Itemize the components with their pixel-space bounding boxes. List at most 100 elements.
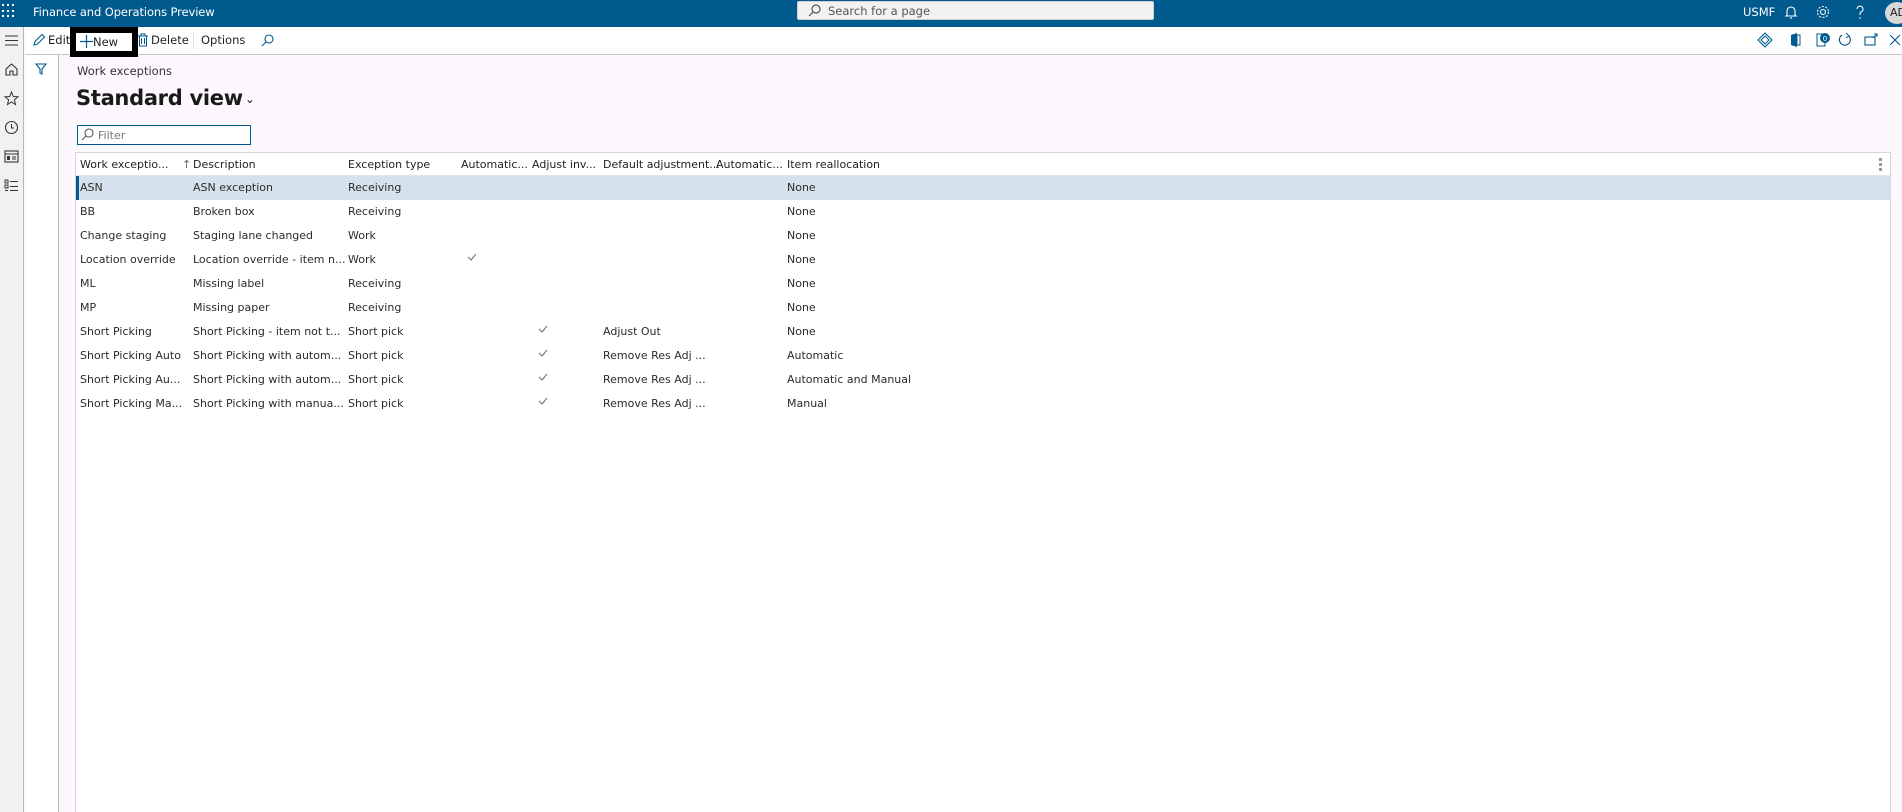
breadcrumb: Work exceptions [77, 64, 172, 78]
favorites-star-icon[interactable] [3, 90, 20, 107]
power-apps-icon[interactable] [1757, 32, 1773, 48]
table-row[interactable]: Short Picking Ma... Short Picking with ma… [76, 392, 1890, 416]
cell-item-reallocation: None [787, 301, 816, 314]
table-row[interactable]: BB Broken box Receiving None [76, 200, 1890, 224]
cell-item-reallocation: Automatic and Manual [787, 373, 912, 386]
cell-work-exception: BB [80, 205, 96, 218]
cell-item-reallocation: None [787, 253, 816, 266]
office-icon[interactable] [1787, 32, 1803, 48]
column-header-default-adjustment[interactable]: Default adjustment... [603, 158, 720, 171]
cell-work-exception: Location override [80, 253, 176, 266]
attachments-icon[interactable]: 0 [1815, 32, 1831, 48]
cell-work-exception: Short Picking Auto [80, 349, 181, 362]
home-icon[interactable] [3, 61, 20, 78]
app-title: Finance and Operations Preview [33, 5, 215, 19]
open-new-window-icon[interactable] [1863, 32, 1879, 48]
company-selector[interactable]: USMF [1743, 5, 1775, 19]
grid-options-icon[interactable] [1879, 158, 1882, 173]
grid-header: Work exceptio... ↑ Description Exception… [76, 153, 1890, 176]
cell-description: Short Picking with manua... [193, 397, 344, 410]
table-row[interactable]: Short Picking Short Picking - item not t.… [76, 320, 1890, 344]
action-pane: Edit New Delete Options 0 [25, 27, 1902, 57]
new-label: New [93, 35, 119, 49]
user-avatar[interactable]: AD [1885, 2, 1902, 24]
cell-exception-type: Short pick [348, 325, 404, 338]
delete-label: Delete [151, 33, 189, 47]
workspaces-icon[interactable] [3, 148, 20, 165]
column-header-item-reallocation[interactable]: Item reallocation [787, 158, 880, 171]
options-tab[interactable]: Options [201, 27, 245, 54]
cell-default-adjustment: Remove Res Adj ... [603, 397, 706, 410]
column-header-description[interactable]: Description [193, 158, 256, 171]
pencil-icon [33, 33, 46, 46]
cell-item-reallocation: None [787, 229, 816, 242]
search-placeholder: Search for a page [828, 4, 931, 18]
search-icon [808, 4, 821, 17]
cell-exception-type: Short pick [348, 397, 404, 410]
view-selector[interactable]: Standard view ⌄ [76, 86, 255, 110]
cell-description: Broken box [193, 205, 255, 218]
cell-item-reallocation: None [787, 181, 816, 194]
table-row[interactable]: ML Missing label Receiving None [76, 272, 1890, 296]
cell-exception-type: Short pick [348, 373, 404, 386]
table-row[interactable]: Short Picking Au... Short Picking with au… [76, 368, 1890, 392]
recent-clock-icon[interactable] [3, 119, 20, 136]
top-bar: Finance and Operations Preview Search fo… [0, 0, 1902, 27]
column-header-adjust-inventory[interactable]: Adjust inv... [532, 158, 596, 171]
hamburger-menu-icon[interactable] [3, 32, 20, 49]
cell-exception-type: Short pick [348, 349, 404, 362]
close-icon[interactable] [1887, 32, 1902, 48]
table-row[interactable]: MP Missing paper Receiving None [76, 296, 1890, 320]
cell-default-adjustment: Remove Res Adj ... [603, 373, 706, 386]
column-header-automatic-2[interactable]: Automatic... [716, 158, 783, 171]
notifications-icon[interactable] [1783, 4, 1799, 20]
cell-work-exception: Short Picking Ma... [80, 397, 183, 410]
cell-item-reallocation: Manual [787, 397, 827, 410]
sort-ascending-icon: ↑ [181, 158, 192, 171]
settings-icon[interactable] [1815, 4, 1831, 20]
cell-description: Short Picking with autom... [193, 349, 342, 362]
grid-filter-input[interactable] [77, 125, 251, 145]
cell-description: Staging lane changed [193, 229, 314, 242]
new-button[interactable]: New [70, 27, 138, 57]
column-header-automatic[interactable]: Automatic... [461, 158, 528, 171]
action-search-button[interactable] [261, 27, 276, 54]
table-row[interactable]: ASN ASN exception Receiving None [76, 176, 1890, 200]
table-row[interactable]: Location override Location override - ite… [76, 248, 1890, 272]
table-row[interactable]: Short Picking Auto Short Picking with aut… [76, 344, 1890, 368]
filter-funnel-icon[interactable] [35, 63, 47, 75]
checkmark-icon [538, 397, 548, 405]
cell-description: ASN exception [193, 181, 273, 194]
filter-pane [25, 55, 59, 812]
view-title: Standard view [76, 86, 243, 110]
cell-exception-type: Work [348, 229, 376, 242]
refresh-icon[interactable] [1837, 32, 1853, 48]
cell-work-exception: Short Picking [80, 325, 152, 338]
checkmark-icon [538, 373, 548, 381]
cell-work-exception: ASN [80, 181, 103, 194]
edit-button[interactable]: Edit [32, 27, 70, 54]
cell-work-exception: MP [80, 301, 97, 314]
cell-item-reallocation: Automatic [787, 349, 844, 362]
cell-item-reallocation: None [787, 325, 816, 338]
cell-work-exception: Short Picking Au... [80, 373, 181, 386]
cell-exception-type: Receiving [348, 205, 402, 218]
checkmark-icon [467, 253, 477, 261]
column-header-exception-type[interactable]: Exception type [348, 158, 430, 171]
cell-exception-type: Receiving [348, 277, 402, 290]
divider [193, 33, 194, 49]
work-exceptions-grid: Work exceptio... ↑ Description Exception… [75, 152, 1891, 812]
column-header-work-exception[interactable]: Work exceptio... ↑ [80, 158, 191, 171]
cell-exception-type: Receiving [348, 181, 402, 194]
cell-default-adjustment: Remove Res Adj ... [603, 349, 706, 362]
cell-description: Missing label [193, 277, 265, 290]
delete-button[interactable]: Delete [137, 27, 189, 54]
table-row[interactable]: Change staging Staging lane changed Work No… [76, 224, 1890, 248]
checkmark-icon [538, 349, 548, 357]
modules-list-icon[interactable] [3, 177, 20, 194]
app-launcher-icon[interactable] [2, 4, 16, 18]
help-icon[interactable] [1852, 4, 1868, 20]
page-search-input[interactable]: Search for a page [797, 1, 1154, 20]
navigation-rail [0, 27, 24, 812]
cell-work-exception: ML [80, 277, 96, 290]
